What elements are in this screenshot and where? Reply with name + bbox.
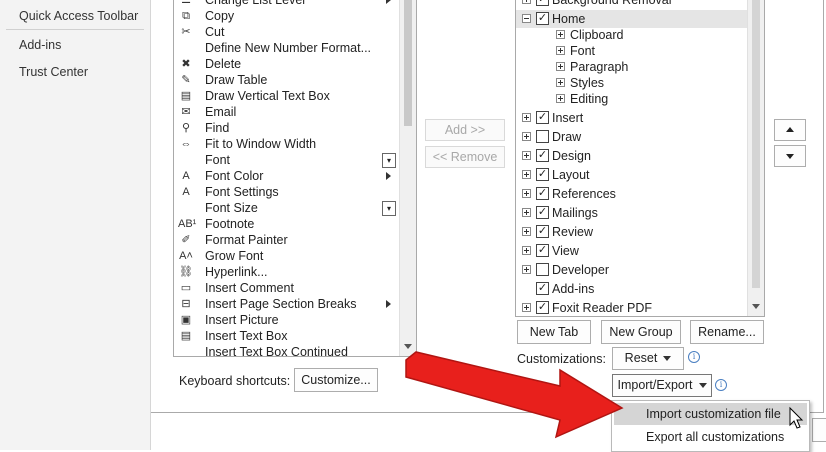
mouse-cursor-icon (789, 406, 804, 429)
annotation-arrow (405, 351, 804, 439)
red-arrow-shape (405, 351, 624, 439)
